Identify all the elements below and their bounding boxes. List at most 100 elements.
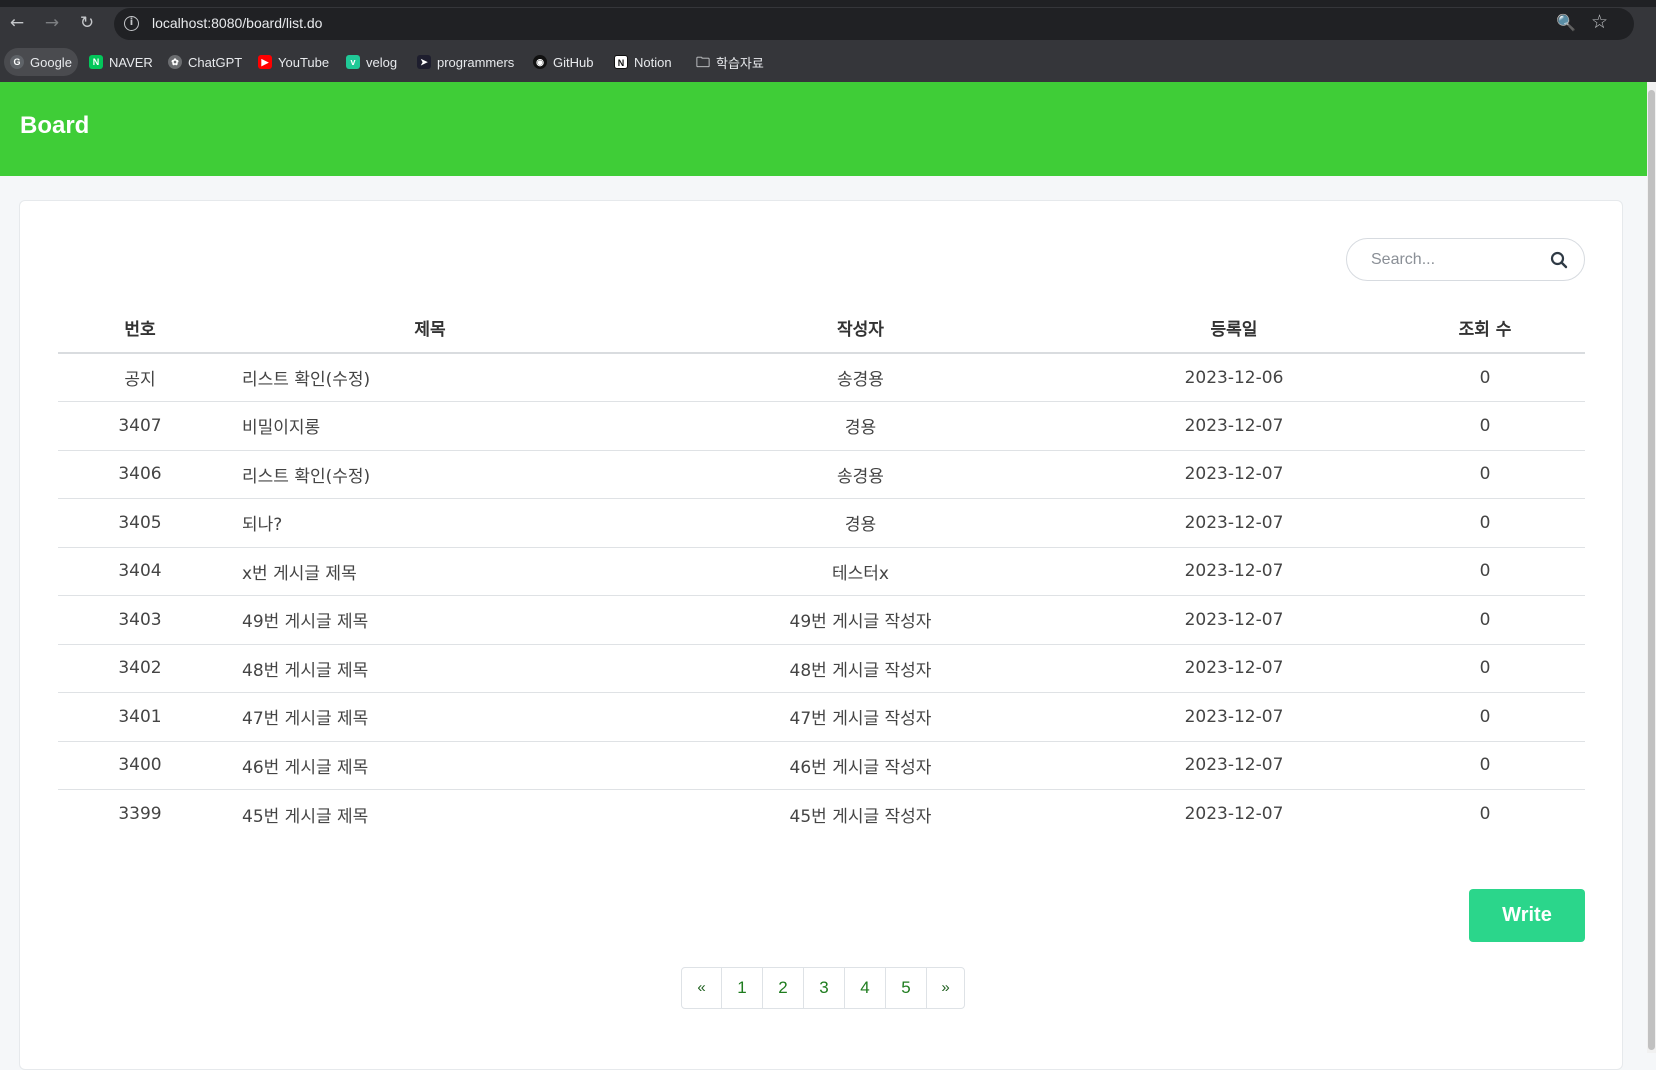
forward-icon[interactable]: → (41, 12, 63, 34)
cell-views: 0 (1385, 595, 1585, 645)
table-row[interactable]: 3399 45번 게시글 제목 45번 게시글 작성자 2023-12-07 0 (58, 790, 1585, 839)
site-info-icon[interactable]: i (124, 16, 139, 31)
cell-views: 0 (1479, 804, 1491, 824)
cell-date: 2023-12-07 (1083, 450, 1385, 499)
cell-date: 2023-12-07 (1083, 692, 1385, 742)
cell-views: 0 (1385, 547, 1585, 596)
scrollbar-thumb[interactable] (1648, 90, 1655, 1050)
bookmark-youtube[interactable]: ▶ YouTube (252, 48, 335, 76)
pagination-page[interactable]: 4 (844, 968, 885, 1008)
table-row[interactable]: 3401 47번 게시글 제목 47번 게시글 작성자 2023-12-07 0 (58, 692, 1585, 742)
bookmark-label: programmers (437, 54, 515, 70)
search-input[interactable] (1371, 250, 1541, 270)
bookmark-folder[interactable]: 🗀 학습자료 (690, 48, 770, 76)
pagination-page[interactable]: 2 (762, 968, 803, 1008)
bookmark-chatgpt[interactable]: ✿ ChatGPT (162, 48, 248, 76)
cell-views: 0 (1385, 644, 1585, 693)
cell-date: 2023-12-07 (1083, 595, 1385, 645)
bookmark-label: NAVER (109, 54, 153, 70)
cell-title[interactable]: 리스트 확인(수정) (222, 353, 638, 402)
cell-date: 2023-12-07 (1083, 498, 1385, 548)
cell-date: 2023-12-07 (1083, 547, 1385, 596)
cell-writer: 45번 게시글 작성자 (789, 806, 932, 827)
cell-writer: 경용 (638, 401, 1083, 451)
table-row[interactable]: 3402 48번 게시글 제목 48번 게시글 작성자 2023-12-07 0 (58, 644, 1585, 693)
cell-number: 3407 (58, 401, 222, 451)
pagination-prev[interactable]: « (682, 968, 721, 1008)
cell-views: 0 (1385, 498, 1585, 548)
google-icon: G (10, 55, 24, 69)
url-text[interactable]: localhost:8080/board/list.do (152, 15, 322, 31)
cell-number: 3400 (58, 741, 222, 790)
naver-icon: N (89, 55, 103, 69)
cell-date: 2023-12-07 (1184, 804, 1284, 824)
table-row[interactable]: 공지 리스트 확인(수정) 송경용 2023-12-06 0 (58, 353, 1585, 402)
search-icon[interactable] (1550, 251, 1568, 269)
cell-number: 3406 (58, 450, 222, 499)
cell-title[interactable]: 46번 게시글 제목 (222, 741, 638, 790)
cell-writer: 송경용 (638, 450, 1083, 499)
board-table: 번호 제목 작성자 등록일 조회 수 공지 리스트 확인(수정) 송경용 2023-1… (58, 303, 1585, 838)
bookmark-programmers[interactable]: ➤ programmers (411, 48, 520, 76)
cell-writer: 47번 게시글 작성자 (638, 692, 1083, 742)
pagination-page[interactable]: 3 (803, 968, 844, 1008)
cell-number: 3404 (58, 547, 222, 596)
cell-title[interactable]: 47번 게시글 제목 (222, 692, 638, 742)
address-bar[interactable]: i localhost:8080/board/list.do 🔍 ☆ (114, 8, 1634, 40)
table-row[interactable]: 3400 46번 게시글 제목 46번 게시글 작성자 2023-12-07 0 (58, 741, 1585, 790)
cell-title[interactable]: 비밀이지롱 (222, 401, 638, 451)
bookmark-naver[interactable]: N NAVER (83, 48, 159, 76)
velog-icon: v (346, 55, 360, 69)
col-header-views: 조회 수 (1385, 303, 1585, 354)
bookmark-label: Notion (634, 54, 672, 70)
bookmark-github[interactable]: ◉ GitHub (527, 48, 599, 76)
search-box[interactable] (1346, 238, 1585, 281)
cell-number: 공지 (58, 353, 222, 402)
cell-number: 3405 (58, 498, 222, 548)
cell-date: 2023-12-06 (1083, 353, 1385, 402)
cell-writer: 테스터x (638, 547, 1083, 596)
cell-views: 0 (1385, 401, 1585, 451)
bookmark-google[interactable]: G Google (4, 48, 78, 76)
bookmark-notion[interactable]: N Notion (608, 48, 678, 76)
cell-title[interactable]: x번 게시글 제목 (222, 547, 638, 596)
github-icon: ◉ (533, 55, 547, 69)
write-button[interactable]: Write (1469, 889, 1585, 942)
browser-toolbar: ← → ↻ i localhost:8080/board/list.do 🔍 ☆ (0, 0, 1656, 42)
zoom-icon[interactable]: 🔍 (1556, 13, 1576, 32)
cell-title[interactable]: 되나? (222, 498, 638, 548)
cell-views: 0 (1385, 741, 1585, 790)
bookmark-velog[interactable]: v velog (340, 48, 403, 76)
bookmark-label: YouTube (278, 54, 330, 70)
pagination-next[interactable]: » (926, 968, 964, 1008)
table-body: 공지 리스트 확인(수정) 송경용 2023-12-06 0 3407 비밀이지롱 경용 202… (58, 353, 1585, 838)
table-row[interactable]: 3407 비밀이지롱 경용 2023-12-07 0 (58, 401, 1585, 451)
reload-icon[interactable]: ↻ (76, 12, 98, 34)
pagination-page[interactable]: 5 (885, 968, 926, 1008)
cell-writer: 46번 게시글 작성자 (638, 741, 1083, 790)
cell-number: 3401 (58, 692, 222, 742)
programmers-icon: ➤ (417, 55, 431, 69)
table-row[interactable]: 3405 되나? 경용 2023-12-07 0 (58, 498, 1585, 548)
table-header-row: 번호 제목 작성자 등록일 조회 수 (58, 303, 1585, 354)
page-title: Board (20, 112, 90, 139)
bookmark-star-icon[interactable]: ☆ (1591, 11, 1608, 33)
cell-title[interactable]: 45번 게시글 제목 (222, 790, 638, 839)
table-row[interactable]: 3404 x번 게시글 제목 테스터x 2023-12-07 0 (58, 547, 1585, 596)
cell-number: 3399 (118, 804, 162, 824)
table-row[interactable]: 3406 리스트 확인(수정) 송경용 2023-12-07 0 (58, 450, 1585, 499)
folder-icon: 🗀 (696, 54, 710, 70)
scrollbar[interactable] (1647, 82, 1656, 1053)
cell-title[interactable]: 49번 게시글 제목 (222, 595, 638, 645)
pagination-page[interactable]: 1 (721, 968, 762, 1008)
table-row[interactable]: 3403 49번 게시글 제목 49번 게시글 작성자 2023-12-07 0 (58, 595, 1585, 645)
cell-views: 0 (1385, 353, 1585, 402)
col-header-number: 번호 (58, 303, 222, 354)
cell-title[interactable]: 48번 게시글 제목 (222, 644, 638, 693)
cell-date: 2023-12-07 (1083, 644, 1385, 693)
cell-title[interactable]: 리스트 확인(수정) (222, 450, 638, 499)
back-icon[interactable]: ← (6, 12, 28, 34)
bookmark-label: velog (366, 54, 398, 70)
cell-views: 0 (1385, 450, 1585, 499)
youtube-icon: ▶ (258, 55, 272, 69)
